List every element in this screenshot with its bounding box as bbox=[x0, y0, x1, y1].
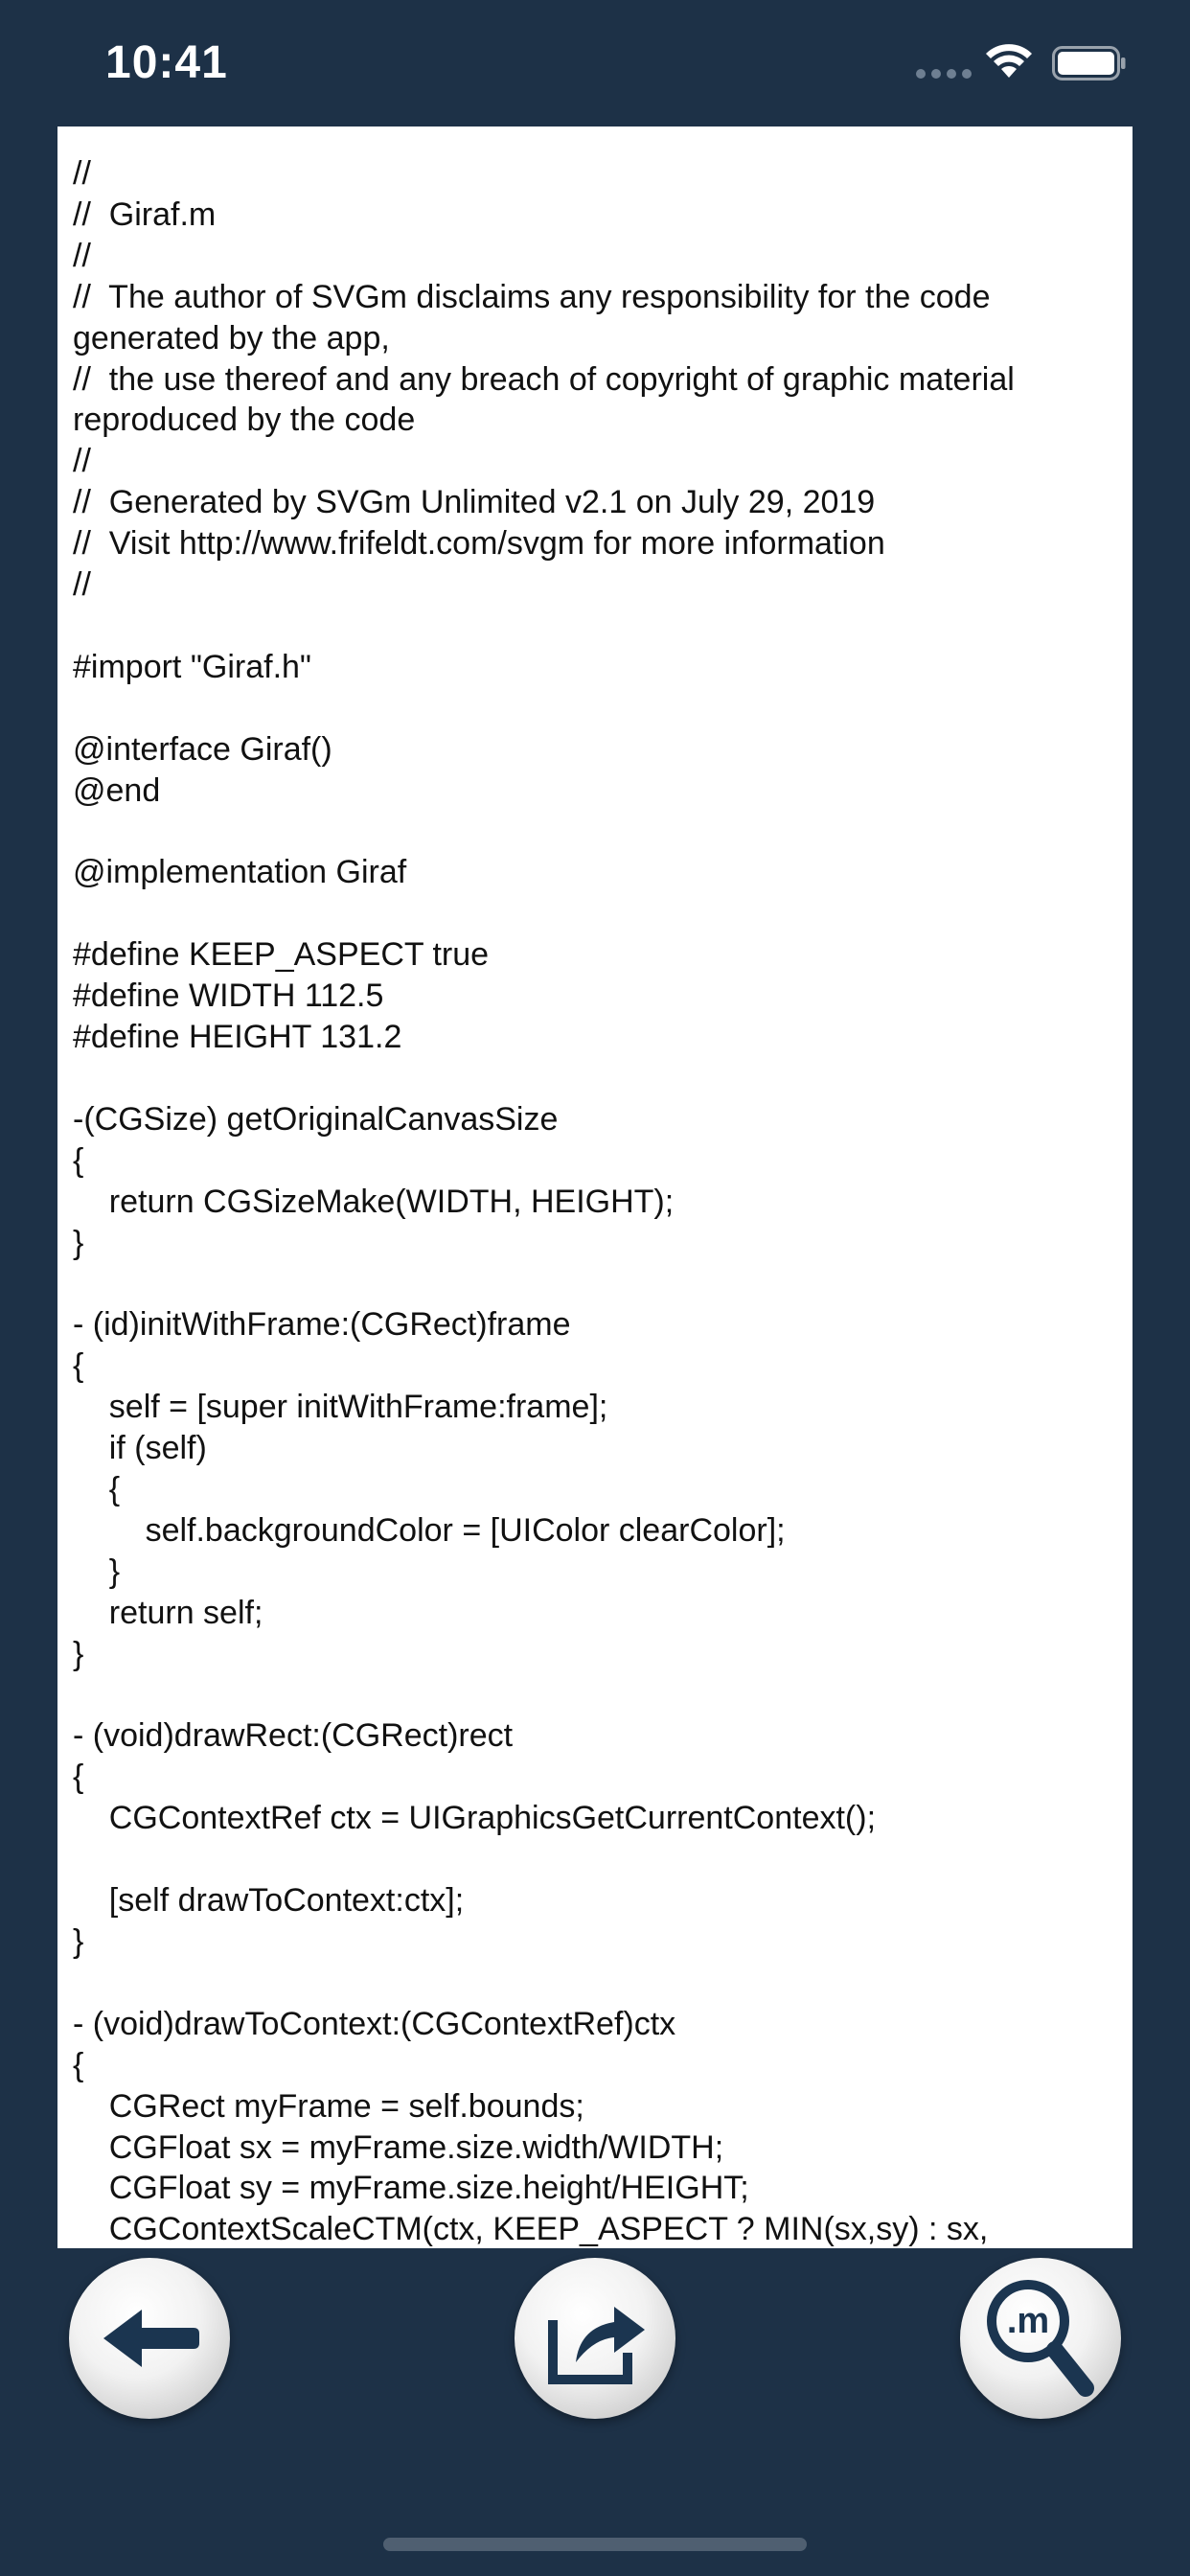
code-line: } bbox=[73, 1922, 84, 1960]
code-line: // bbox=[73, 566, 91, 604]
code-line: // Generated by SVGm Unlimited v2.1 on J… bbox=[73, 484, 876, 521]
code-line: @implementation Giraf bbox=[73, 854, 407, 891]
code-line: if (self) bbox=[73, 1430, 207, 1467]
code-line: // bbox=[73, 443, 91, 480]
code-line: // bbox=[73, 155, 91, 192]
code-line: [self drawToContext:ctx]; bbox=[73, 1882, 465, 1920]
code-line: -(CGSize) getOriginalCanvasSize bbox=[73, 1100, 559, 1138]
code-line: @interface Giraf() bbox=[73, 730, 332, 768]
code-line: { bbox=[73, 1347, 84, 1385]
code-line: return CGSizeMake(WIDTH, HEIGHT); bbox=[73, 1183, 675, 1220]
code-line: - (id)initWithFrame:(CGRect)frame bbox=[73, 1306, 571, 1344]
home-indicator bbox=[383, 2538, 807, 2551]
code-line: return self; bbox=[73, 1594, 263, 1631]
code-view[interactable]: // // Giraf.m // // The author of SVGm d… bbox=[57, 126, 1133, 2248]
arrow-left-icon bbox=[103, 2310, 199, 2367]
code-line: } bbox=[73, 1224, 84, 1261]
back-button[interactable] bbox=[69, 2258, 230, 2419]
code-line: } bbox=[73, 1635, 84, 1672]
code-line: CGContextScaleCTM(ctx, KEEP_ASPECT ? MIN… bbox=[73, 2211, 989, 2248]
code-line: CGRect myFrame = self.bounds; bbox=[73, 2087, 584, 2125]
status-bar: 10:41 bbox=[0, 0, 1190, 125]
code-line: #define WIDTH 112.5 bbox=[73, 978, 384, 1015]
search-icon-label: .m bbox=[1007, 2301, 1049, 2341]
code-line: // bbox=[73, 237, 91, 274]
share-icon bbox=[548, 2307, 645, 2384]
code-line: self = [super initWithFrame:frame]; bbox=[73, 1389, 608, 1426]
code-line: #define KEEP_ASPECT true bbox=[73, 936, 490, 974]
code-line: { bbox=[73, 1471, 121, 1507]
search-button[interactable]: .m bbox=[960, 2258, 1121, 2419]
code-line: - (void)drawToContext:(CGContextRef)ctx bbox=[73, 2005, 676, 2042]
status-time: 10:41 bbox=[105, 37, 228, 88]
code-line: { bbox=[73, 1759, 84, 1796]
code-line: // the use thereof and any breach of cop… bbox=[73, 360, 1024, 439]
code-line: CGFloat sx = myFrame.size.width/WIDTH; bbox=[73, 2128, 724, 2166]
code-line: CGFloat sy = myFrame.size.height/HEIGHT; bbox=[73, 2170, 749, 2207]
code-line: #define HEIGHT 131.2 bbox=[73, 1019, 402, 1056]
code-line: // Giraf.m bbox=[73, 196, 217, 233]
search-m-icon: .m bbox=[987, 2280, 1094, 2397]
code-line: // The author of SVGm disclaims any resp… bbox=[73, 278, 999, 356]
generated-code-text: // // Giraf.m // // The author of SVGm d… bbox=[57, 126, 1133, 2248]
code-line: } bbox=[73, 1552, 121, 1590]
code-line: @end bbox=[73, 771, 161, 809]
battery-icon bbox=[1052, 46, 1126, 80]
code-line: - (void)drawRect:(CGRect)rect bbox=[73, 1717, 514, 1755]
code-line: CGContextRef ctx = UIGraphicsGetCurrentC… bbox=[73, 1800, 877, 1837]
wifi-icon bbox=[986, 44, 1032, 78]
code-line: // Visit http://www.frifeldt.com/svgm fo… bbox=[73, 525, 885, 563]
code-line: { bbox=[73, 2046, 84, 2083]
code-line: self.backgroundColor = [UIColor clearCol… bbox=[73, 1511, 786, 1549]
bottom-toolbar: .m bbox=[0, 2248, 1190, 2576]
cellular-signal-icon bbox=[916, 69, 972, 79]
code-line: { bbox=[73, 1141, 84, 1179]
code-line: #import "Giraf.h" bbox=[73, 648, 311, 685]
share-button[interactable] bbox=[515, 2258, 675, 2419]
